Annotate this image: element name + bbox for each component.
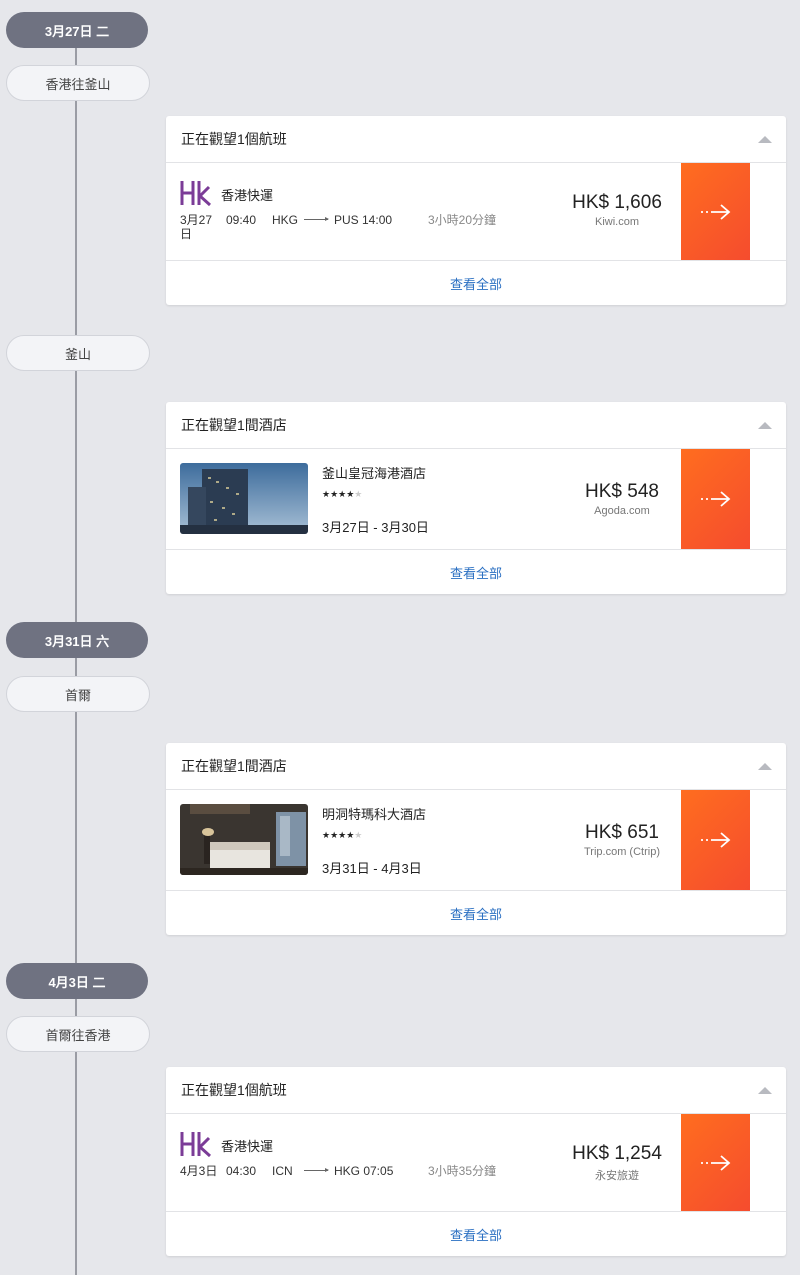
arrow-right-icon [700,491,730,507]
price: HK$ 1,254 [572,1143,662,1164]
price-box: HK$ 1,254 永安旅遊 [562,1143,672,1183]
hotel-result[interactable]: 明洞特瑪科大酒店 ★★★★★ 3月31日 - 4月3日 HK$ 651 Trip… [166,790,786,891]
card-title: 正在觀望1間酒店 [181,417,287,433]
hotel-photo [180,804,308,875]
origin-airport: HKG [272,213,299,227]
price: HK$ 1,606 [572,192,662,213]
depart-time: 09:40 [226,213,257,227]
hotel-card: 正在觀望1間酒店 明洞特瑪科大酒店 ★★★★★ 3月31日 - 4月3日 HK$… [166,743,786,935]
card-header[interactable]: 正在觀望1間酒店 [166,743,786,790]
view-all-link[interactable]: 查看全部 [166,550,786,594]
provider: Kiwi.com [594,216,639,228]
hk-express-logo [180,1132,212,1158]
price: HK$ 548 [585,481,659,502]
price-box: HK$ 548 Agoda.com [572,481,672,517]
place-pill: 首爾往香港 [6,1016,150,1052]
hotel-name: 釜山皇冠海港酒店 [322,466,427,481]
card-header[interactable]: 正在觀望1間酒店 [166,402,786,449]
go-button[interactable] [681,1114,750,1211]
arrow-right-icon [700,832,730,848]
flight-result[interactable]: 香港快運 4月3日 04:30 ICN HKG 07:05 3小時35分鐘 HK… [166,1114,786,1212]
destination-arrival: HKG 07:05 [334,1164,394,1178]
route-arrow-icon [304,1168,329,1172]
star-rating: ★★★★★ [322,830,363,840]
hotel-card: 正在觀望1間酒店 釜山皇冠海港酒店 ★★★★★ 3月27日 - 3月30日 HK… [166,402,786,594]
airline-name: 香港快運 [221,188,274,203]
stay-dates: 3月31日 - 4月3日 [322,861,422,876]
date-pill: 3月27日 二 [6,12,148,48]
go-button[interactable] [681,449,750,549]
price-box: HK$ 1,606 Kiwi.com [562,192,672,228]
route-arrow-icon [304,217,329,221]
view-all-link[interactable]: 查看全部 [166,891,786,935]
flight-result[interactable]: 香港快運 3月27日 09:40 HKG PUS 14:00 3小時20分鐘 H… [166,163,786,261]
chevron-up-icon[interactable] [758,422,772,429]
hotel-photo [180,463,308,534]
arrow-right-icon [700,203,730,220]
destination-arrival: PUS 14:00 [334,213,393,227]
date-pill: 4月3日 二 [6,963,148,999]
place-pill: 香港往釜山 [6,65,150,101]
view-all-link[interactable]: 查看全部 [166,1212,786,1256]
origin-airport: ICN [272,1164,293,1178]
card-header[interactable]: 正在觀望1個航班 [166,1067,786,1114]
go-button[interactable] [681,790,750,890]
card-title: 正在觀望1個航班 [181,1082,287,1098]
provider: 永安旅遊 [595,1170,639,1182]
airline-name: 香港快運 [221,1139,274,1154]
view-all-link[interactable]: 查看全部 [166,261,786,305]
flight-card: 正在觀望1個航班 香港快運 4月3日 04:30 ICN HKG 07:05 3… [166,1067,786,1256]
flight-date: 4月3日 [180,1164,218,1178]
chevron-up-icon[interactable] [758,1087,772,1094]
date-pill: 3月31日 六 [6,622,148,658]
stay-dates: 3月27日 - 3月30日 [322,520,429,535]
hk-express-logo [180,181,212,207]
flight-duration: 3小時20分鐘 [428,213,497,227]
arrow-right-icon [700,1154,730,1171]
price-box: HK$ 651 Trip.com (Ctrip) [572,822,672,858]
chevron-up-icon[interactable] [758,763,772,770]
chevron-up-icon[interactable] [758,136,772,143]
depart-time: 04:30 [226,1164,257,1178]
place-pill: 首爾 [6,676,150,712]
card-header[interactable]: 正在觀望1個航班 [166,116,786,163]
flight-duration: 3小時35分鐘 [428,1164,497,1178]
flight-card: 正在觀望1個航班 香港快運 3月27日 09:40 HKG PUS 14:00 … [166,116,786,305]
hotel-result[interactable]: 釜山皇冠海港酒店 ★★★★★ 3月27日 - 3月30日 HK$ 548 Ago… [166,449,786,550]
place-pill: 釜山 [6,335,150,371]
provider: Trip.com (Ctrip) [584,846,660,858]
go-button[interactable] [681,163,750,260]
flight-date: 3月27日 [180,213,213,241]
hotel-name: 明洞特瑪科大酒店 [322,807,427,822]
card-title: 正在觀望1個航班 [181,131,287,147]
price: HK$ 651 [585,822,659,843]
card-title: 正在觀望1間酒店 [181,758,287,774]
star-rating: ★★★★★ [322,489,363,499]
provider: Agoda.com [594,505,650,517]
